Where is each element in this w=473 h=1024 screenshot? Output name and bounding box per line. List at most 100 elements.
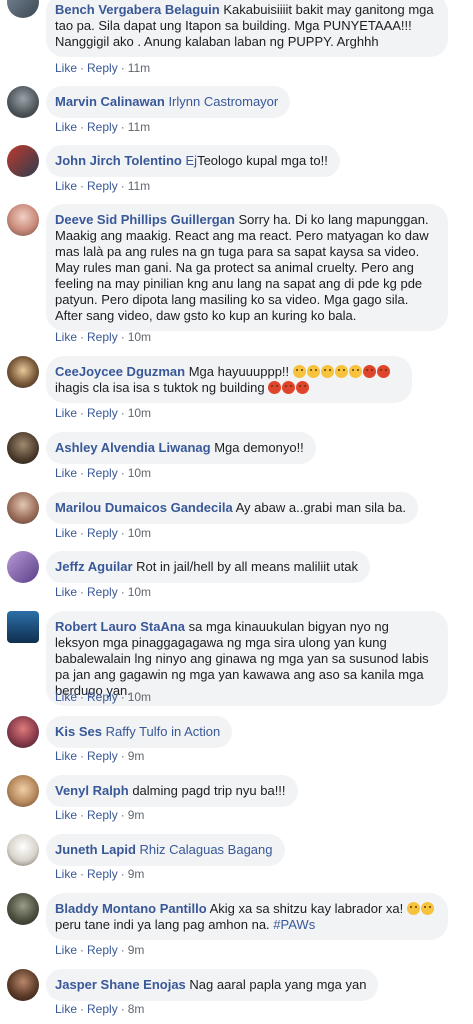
- comment-bubble: CeeJoycee Dguzman Mga hayuuuppp!! ihagis…: [46, 356, 412, 403]
- avatar[interactable]: [7, 86, 39, 118]
- comment-timestamp[interactable]: 10m: [128, 466, 151, 480]
- like-button[interactable]: Like: [55, 406, 77, 420]
- comment-author[interactable]: Kis Ses: [55, 724, 102, 739]
- angry-face-icon: [282, 381, 296, 394]
- avatar[interactable]: [7, 356, 39, 388]
- avatar[interactable]: [7, 775, 39, 807]
- avatar[interactable]: [7, 0, 39, 18]
- crying-face-icon: [348, 365, 362, 378]
- avatar[interactable]: [7, 969, 39, 1001]
- like-button[interactable]: Like: [55, 585, 77, 599]
- comment-bubble: Jeffz Aguilar Rot in jail/hell by all me…: [46, 551, 370, 583]
- like-button[interactable]: Like: [55, 61, 77, 75]
- reply-button[interactable]: Reply: [87, 330, 118, 344]
- like-button[interactable]: Like: [55, 943, 77, 957]
- comment-timestamp[interactable]: 10m: [128, 690, 151, 704]
- reply-button[interactable]: Reply: [87, 61, 118, 75]
- reply-button[interactable]: Reply: [87, 466, 118, 480]
- comment-author[interactable]: Venyl Ralph: [55, 783, 129, 798]
- comment-author[interactable]: Ashley Alvendia Liwanag: [55, 440, 211, 455]
- crying-face-icon: [292, 365, 306, 378]
- avatar[interactable]: [7, 611, 39, 643]
- like-button[interactable]: Like: [55, 330, 77, 344]
- comment-actions: Like · Reply · 10m: [55, 330, 152, 344]
- avatar[interactable]: [7, 551, 39, 583]
- comment-author[interactable]: Jeffz Aguilar: [55, 559, 133, 574]
- comment-author[interactable]: Marvin Calinawan: [55, 94, 165, 109]
- like-button[interactable]: Like: [55, 526, 77, 540]
- hashtag-link[interactable]: #PAWs: [273, 917, 315, 932]
- comment-actions: Like · Reply · 11m: [55, 61, 151, 75]
- comment-timestamp[interactable]: 10m: [128, 526, 151, 540]
- comment-mention[interactable]: Irlynn Castromayor: [168, 94, 278, 109]
- comment-actions: Like · Reply · 8m: [55, 1002, 145, 1016]
- reply-button[interactable]: Reply: [87, 690, 118, 704]
- like-button[interactable]: Like: [55, 120, 77, 134]
- comment-timestamp[interactable]: 10m: [128, 585, 151, 599]
- angry-face-icon: [376, 365, 390, 378]
- reply-button[interactable]: Reply: [87, 406, 118, 420]
- crying-face-icon: [306, 365, 320, 378]
- reply-button[interactable]: Reply: [87, 179, 118, 193]
- like-button[interactable]: Like: [55, 690, 77, 704]
- like-button[interactable]: Like: [55, 749, 77, 763]
- comment-timestamp[interactable]: 10m: [128, 330, 151, 344]
- comment-mention[interactable]: Rhiz Calaguas Bagang: [140, 842, 273, 857]
- avatar[interactable]: [7, 893, 39, 925]
- comment-actions: Like · Reply · 10m: [55, 406, 152, 420]
- reply-button[interactable]: Reply: [87, 867, 118, 881]
- comment-timestamp[interactable]: 11m: [128, 120, 150, 134]
- comment-author[interactable]: John Jirch Tolentino: [55, 153, 182, 168]
- reply-button[interactable]: Reply: [87, 1002, 118, 1016]
- comment-timestamp[interactable]: 9m: [128, 943, 145, 957]
- like-button[interactable]: Like: [55, 867, 77, 881]
- comment-author[interactable]: Jasper Shane Enojas: [55, 977, 186, 992]
- like-button[interactable]: Like: [55, 466, 77, 480]
- comment-timestamp[interactable]: 9m: [128, 808, 145, 822]
- comment-bubble: Jasper Shane Enojas Nag aaral papla yang…: [46, 969, 379, 1001]
- comment-actions: Like · Reply · 9m: [55, 943, 145, 957]
- reply-button[interactable]: Reply: [87, 526, 118, 540]
- comment-bubble: Juneth Lapid Rhiz Calaguas Bagang: [46, 834, 285, 866]
- comment-author[interactable]: Bench Vergabera Belaguin: [55, 2, 220, 17]
- avatar[interactable]: [7, 834, 39, 866]
- comment-author[interactable]: Robert Lauro StaAna: [55, 619, 185, 634]
- comment-bubble: Kis Ses Raffy Tulfo in Action: [46, 716, 233, 748]
- comment-actions: Like · Reply · 9m: [55, 749, 145, 763]
- avatar[interactable]: [7, 145, 39, 177]
- reply-button[interactable]: Reply: [87, 749, 118, 763]
- comment-bubble: Ashley Alvendia Liwanag Mga demonyo!!: [46, 432, 316, 464]
- laughing-face-icon: [420, 902, 434, 915]
- avatar[interactable]: [7, 716, 39, 748]
- comment-author[interactable]: Bladdy Montano Pantillo: [55, 901, 207, 916]
- reply-button[interactable]: Reply: [87, 808, 118, 822]
- comment-timestamp[interactable]: 9m: [128, 867, 145, 881]
- comment-mention[interactable]: Raffy Tulfo in Action: [106, 724, 221, 739]
- like-button[interactable]: Like: [55, 1002, 77, 1016]
- comment-text-line2: ihagis cla isa isa s tuktok ng building: [55, 380, 265, 395]
- reply-button[interactable]: Reply: [87, 943, 118, 957]
- reply-button[interactable]: Reply: [87, 120, 118, 134]
- like-button[interactable]: Like: [55, 808, 77, 822]
- avatar[interactable]: [7, 432, 39, 464]
- like-button[interactable]: Like: [55, 179, 77, 193]
- comment-timestamp[interactable]: 11m: [128, 179, 150, 193]
- crying-face-icon: [334, 365, 348, 378]
- emoji-reactions: [292, 364, 391, 379]
- comment-actions: Like · Reply · 9m: [55, 867, 145, 881]
- comment-author[interactable]: Deeve Sid Phillips Guillergan: [55, 212, 235, 227]
- comment-author[interactable]: CeeJoycee Dguzman: [55, 364, 185, 379]
- comment-bubble: Bench Vergabera Belaguin Kakabuisiiiit b…: [46, 0, 448, 57]
- avatar[interactable]: [7, 492, 39, 524]
- comment-timestamp[interactable]: 8m: [128, 1002, 145, 1016]
- comment-mention[interactable]: Ej: [186, 153, 198, 168]
- comment-timestamp[interactable]: 9m: [128, 749, 145, 763]
- avatar[interactable]: [7, 204, 39, 236]
- comment-author[interactable]: Marilou Dumaicos Gandecila: [55, 500, 233, 515]
- comment-author[interactable]: Juneth Lapid: [55, 842, 136, 857]
- comment-timestamp[interactable]: 10m: [128, 406, 151, 420]
- smiling-face-icon: [406, 902, 420, 915]
- comment-timestamp[interactable]: 11m: [128, 61, 150, 75]
- comment-text: Sorry ha. Di ko lang mapunggan. Maakig a…: [55, 212, 429, 323]
- reply-button[interactable]: Reply: [87, 585, 118, 599]
